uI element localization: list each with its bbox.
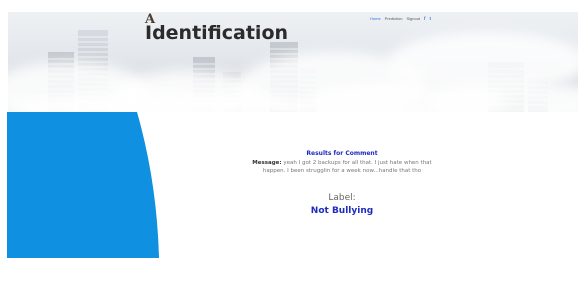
nav-signout-link[interactable]: Signout: [406, 16, 420, 21]
nav-prediction-link[interactable]: Prediction: [385, 16, 403, 21]
message-text: yeah I got 2 backups for all that. I jus…: [262, 160, 432, 174]
twitter-icon[interactable]: t: [430, 16, 432, 21]
label-heading: Label:: [328, 193, 356, 203]
nav-home-link[interactable]: Home: [370, 16, 381, 21]
prediction-label: Not Bullying: [310, 206, 374, 216]
facebook-icon[interactable]: f: [424, 16, 426, 21]
message-label: Message:: [252, 160, 282, 166]
comment-message: Message: yeah I got 2 backups for all th…: [242, 160, 442, 176]
decorative-blue-shape: [7, 112, 159, 258]
top-nav: Home Prediction Signout f t: [370, 16, 431, 21]
results-heading: Results for Comment: [306, 150, 378, 157]
hero-banner: [8, 12, 578, 112]
brand-title[interactable]: Identification: [145, 22, 288, 45]
